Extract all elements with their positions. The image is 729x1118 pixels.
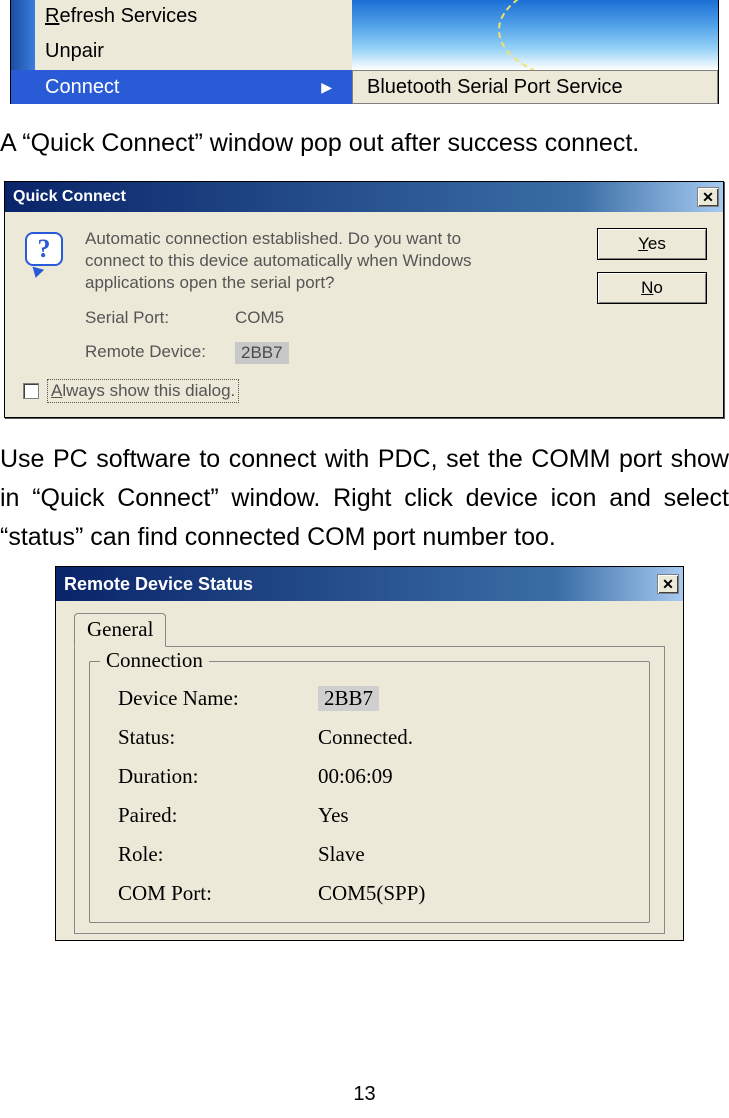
role-value: Slave (318, 842, 365, 867)
status-label: Status: (118, 725, 318, 750)
close-icon: ✕ (702, 189, 714, 206)
remote-device-status-dialog: Remote Device Status ✕ General Connectio… (55, 566, 684, 941)
submenu-arrow-icon: ▶ (321, 79, 332, 96)
dialog-titlebar[interactable]: Quick Connect ✕ (5, 182, 723, 212)
close-icon: ✕ (662, 576, 674, 593)
dialog-titlebar[interactable]: Remote Device Status ✕ (56, 567, 683, 601)
status-value: Connected. (318, 725, 413, 750)
menu-label: efresh Services (59, 5, 197, 27)
remote-device-label: Remote Device: (85, 342, 235, 364)
tab-general[interactable]: General (74, 613, 166, 647)
always-show-label[interactable]: Always show this dialog. (47, 379, 239, 403)
role-label: Role: (118, 842, 318, 867)
no-button[interactable]: No (597, 272, 707, 304)
desktop-background (352, 0, 718, 70)
dialog-message: Automatic connection established. Do you… (85, 228, 505, 294)
device-name-value: 2BB7 (318, 686, 379, 711)
quick-connect-dialog: Quick Connect ✕ ? Automatic connection e… (4, 181, 724, 418)
submenu-item-bluetooth-serial[interactable]: Bluetooth Serial Port Service (352, 70, 718, 104)
menu-item-connect[interactable]: Connect ▶ (11, 70, 352, 104)
connection-fieldset: Connection Device Name: 2BB7 Status: Con… (89, 661, 650, 923)
tab-panel: Connection Device Name: 2BB7 Status: Con… (74, 646, 665, 934)
menu-item-refresh[interactable]: Refresh Services (35, 0, 352, 33)
close-button[interactable]: ✕ (697, 187, 719, 207)
dialog-title: Remote Device Status (64, 574, 253, 595)
duration-value: 00:06:09 (318, 764, 393, 789)
serial-port-label: Serial Port: (85, 308, 235, 328)
menu-label: Connect (45, 76, 120, 99)
duration-label: Duration: (118, 764, 318, 789)
paired-label: Paired: (118, 803, 318, 828)
yes-button[interactable]: Yes (597, 228, 707, 260)
paragraph-1: A “Quick Connect” window pop out after s… (0, 126, 719, 161)
always-show-checkbox[interactable] (23, 383, 39, 399)
com-port-label: COM Port: (118, 881, 318, 906)
menu-item-unpair[interactable]: Unpair (35, 35, 352, 68)
close-button[interactable]: ✕ (657, 574, 679, 594)
dialog-title: Quick Connect (13, 188, 126, 206)
com-port-value: COM5(SPP) (318, 881, 425, 906)
decorative-curve (498, 0, 718, 70)
serial-port-value: COM5 (235, 308, 284, 328)
question-icon: ? (25, 232, 69, 276)
page-number: 13 (0, 1083, 729, 1106)
paragraph-2: Use PC software to connect with PDC, set… (0, 440, 729, 556)
device-name-label: Device Name: (118, 686, 318, 711)
context-menu-screenshot: Refresh Services Unpair Connect ▶ Blueto… (10, 0, 719, 104)
paired-value: Yes (318, 803, 349, 828)
fieldset-legend: Connection (100, 648, 209, 673)
remote-device-value: 2BB7 (235, 342, 289, 364)
